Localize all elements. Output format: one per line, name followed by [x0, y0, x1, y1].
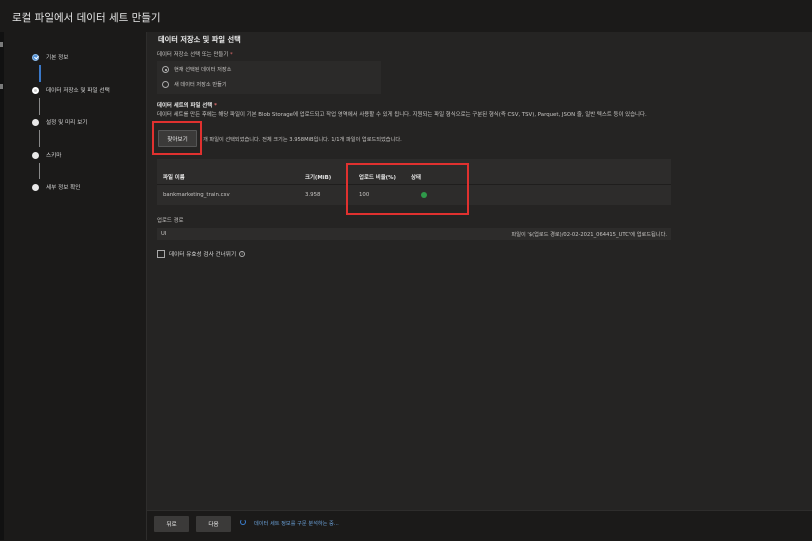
next-button[interactable]: 다음 — [196, 516, 231, 532]
radio-unselected-icon[interactable] — [162, 81, 169, 88]
upload-path-value: UI — [161, 231, 167, 237]
step-pending-icon — [32, 151, 39, 159]
step-label: 세부 정보 확인 — [46, 185, 81, 191]
edge-tick — [0, 42, 3, 47]
file-select-label-text: 데이터 세트의 파일 선택 — [157, 103, 213, 109]
required-mark: * — [230, 52, 233, 58]
title-bar: 로컬 파일에서 데이터 세트 만들기 — [0, 0, 812, 32]
step-label: 스키마 — [46, 153, 62, 159]
file-name-cell: bankmarketing_train.csv — [163, 192, 230, 198]
steps-sidebar: 기본 정보 데이터 저장소 및 파일 선택 설정 및 미리 보기 스키마 세부 … — [4, 32, 147, 540]
step-connector — [39, 98, 40, 115]
step-schema[interactable]: 스키마 — [32, 148, 61, 162]
step-label: 설정 및 미리 보기 — [46, 120, 88, 126]
file-size-cell: 3.958 — [305, 192, 321, 198]
step-label: 데이터 저장소 및 파일 선택 — [46, 88, 110, 94]
datastore-label: 데이터 저장소 선택 또는 만들기 * — [157, 50, 233, 58]
step-pending-icon — [32, 118, 39, 126]
radio-label: 새 데이터 저장소 만들기 — [174, 82, 227, 88]
step-connector — [39, 65, 41, 82]
file-select-label: 데이터 세트의 파일 선택 * — [157, 101, 217, 109]
step-settings-preview[interactable]: 설정 및 미리 보기 — [32, 115, 87, 129]
loading-spinner-icon — [240, 519, 246, 525]
radio-selected-icon[interactable] — [162, 66, 169, 73]
highlight-box-browse — [152, 121, 202, 155]
highlight-box-upload-status — [346, 163, 469, 215]
section-heading: 데이터 저장소 및 파일 선택 — [158, 35, 241, 44]
skip-validation-row[interactable]: 데이터 유효성 검사 건너뛰기 i — [157, 250, 246, 258]
skip-validation-checkbox[interactable] — [157, 250, 165, 258]
required-mark: * — [214, 103, 217, 109]
progress-text: 데이터 세트 정보를 구문 분석하는 중... — [254, 521, 339, 527]
info-icon[interactable]: i — [239, 251, 246, 257]
step-confirm-details[interactable]: 세부 정보 확인 — [32, 180, 80, 194]
file-select-description: 데이터 세트를 만든 후에는 해당 파일이 기본 Blob Storage에 업… — [157, 112, 647, 118]
upload-path-label: 업로드 경로 — [157, 218, 184, 224]
upload-path-row: UI 파일이 '$(업로드 경로)/02-02-2021_064415_UTC'… — [157, 228, 671, 240]
back-button[interactable]: 뒤로 — [154, 516, 189, 532]
datastore-label-text: 데이터 저장소 선택 또는 만들기 — [157, 52, 229, 58]
step-connector — [39, 130, 40, 147]
step-basic-info[interactable]: 기본 정보 — [32, 50, 68, 64]
edge-tick — [0, 84, 3, 89]
step-current-icon — [32, 86, 39, 94]
col-header-size: 크기(MiB) — [305, 175, 332, 181]
datastore-radio-group: 현재 선택된 데이터 저장소 새 데이터 저장소 만들기 — [157, 61, 381, 94]
main-panel: 데이터 저장소 및 파일 선택 데이터 저장소 선택 또는 만들기 * 현재 선… — [147, 32, 812, 510]
step-label: 기본 정보 — [46, 55, 69, 61]
upload-path-message: 파일이 '$(업로드 경로)/02-02-2021_064415_UTC'에 업… — [511, 232, 667, 238]
footer-bar: 뒤로 다음 데이터 세트 정보를 구문 분석하는 중... — [147, 510, 812, 541]
radio-label: 현재 선택된 데이터 저장소 — [174, 67, 232, 73]
skip-validation-label: 데이터 유효성 검사 건너뛰기 — [169, 252, 237, 258]
radio-current-datastore[interactable]: 현재 선택된 데이터 저장소 — [162, 66, 231, 73]
step-pending-icon — [32, 183, 39, 191]
step-done-icon — [32, 53, 39, 61]
step-connector — [39, 163, 40, 179]
upload-status-text: 개 파일이 선택되었습니다. 전체 크기는 3.958MiB입니다. 1/1개 … — [203, 137, 402, 143]
radio-new-datastore[interactable]: 새 데이터 저장소 만들기 — [162, 81, 227, 88]
col-header-file-name: 파일 이름 — [163, 175, 185, 181]
dialog-title: 로컬 파일에서 데이터 세트 만들기 — [12, 12, 161, 24]
step-datastore-file[interactable]: 데이터 저장소 및 파일 선택 — [32, 83, 110, 97]
